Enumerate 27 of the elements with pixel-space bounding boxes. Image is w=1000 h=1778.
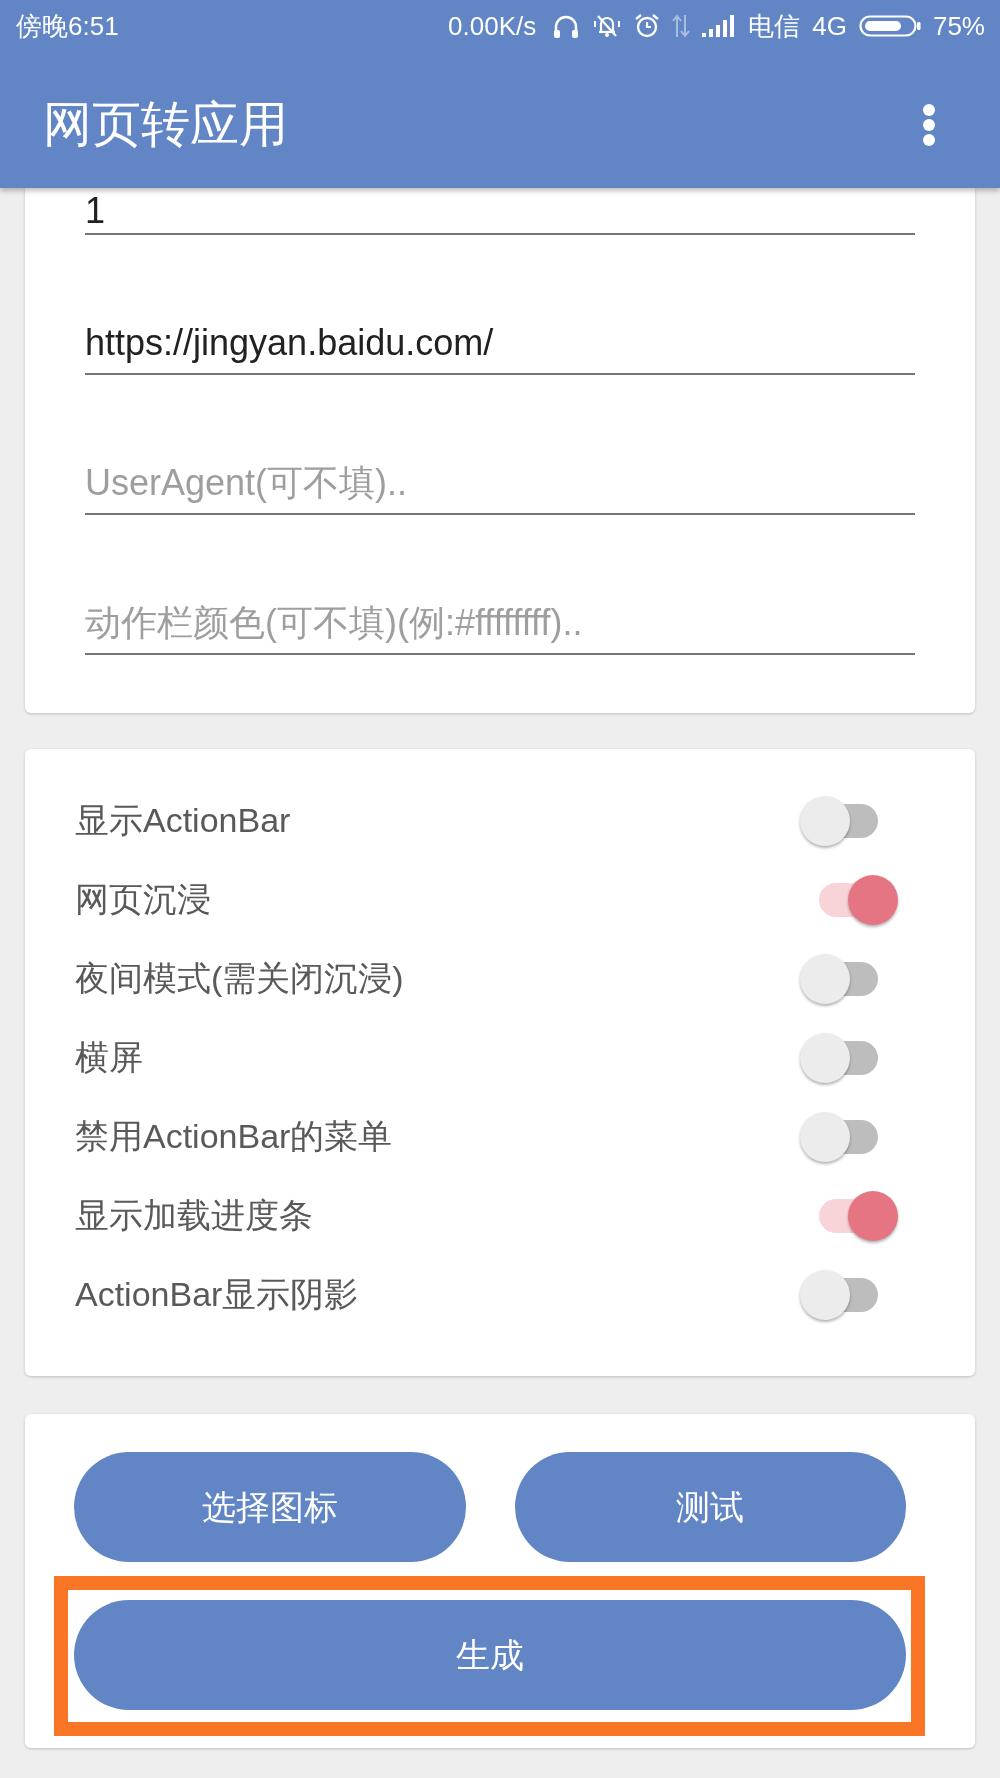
overflow-menu-icon[interactable] [922, 103, 936, 147]
setting-label: 显示加载进度条 [75, 1195, 313, 1236]
setting-label: 显示ActionBar [75, 800, 291, 841]
data-arrows-icon [672, 14, 691, 38]
battery-icon [858, 14, 921, 38]
input-field[interactable]: UserAgent(可不填).. [85, 453, 915, 515]
signal-icon [702, 15, 735, 37]
action-button[interactable]: 选择图标 [74, 1452, 466, 1562]
battery-percent: 75% [932, 9, 985, 43]
app-title: 网页转应用 [43, 96, 288, 154]
action-button[interactable]: 测试 [514, 1452, 906, 1562]
network-speed: 0.00K/s [448, 9, 537, 43]
carrier-name: 电信 [748, 9, 801, 43]
alarm-clock-icon [634, 13, 661, 39]
setting-label: 禁用ActionBar的菜单 [75, 1116, 393, 1157]
input-field[interactable]: https://jingyan.baidu.com/ [85, 313, 915, 375]
setting-label: 夜间模式(需关闭沉浸) [75, 958, 404, 999]
setting-label: 横屏 [75, 1037, 143, 1078]
status-time: 傍晚6:51 [16, 9, 119, 43]
network-type: 4G [812, 9, 847, 43]
headphones-icon [552, 13, 581, 39]
input-field[interactable]: 1 [85, 188, 915, 235]
bell-slash-icon [592, 13, 623, 39]
setting-label: ActionBar显示阴影 [75, 1274, 359, 1315]
setting-label: 网页沉浸 [75, 879, 211, 920]
input-field[interactable]: 动作栏颜色(可不填)(例:#ffffffff).. [85, 593, 915, 655]
action-button[interactable]: 生成 [74, 1600, 906, 1710]
